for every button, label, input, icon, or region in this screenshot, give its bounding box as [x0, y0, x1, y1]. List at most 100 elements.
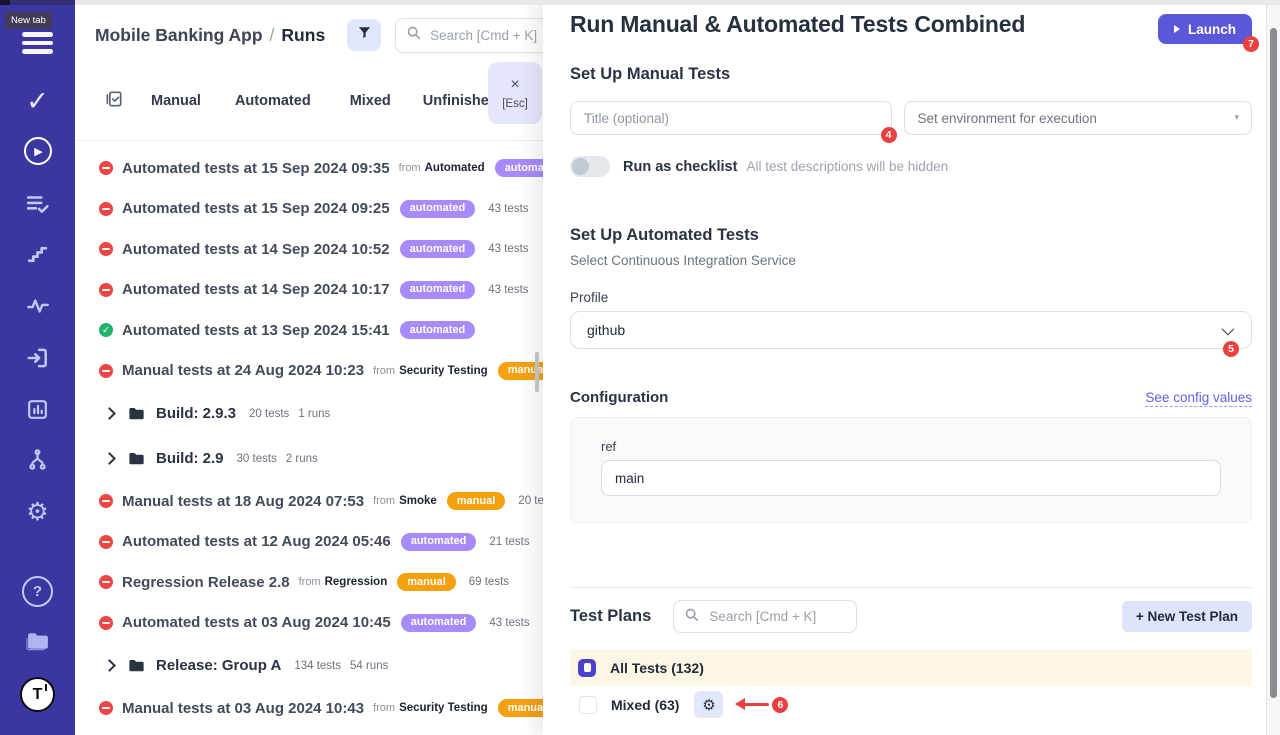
status-failed-icon: [99, 242, 113, 256]
page-scrollbar[interactable]: [1266, 0, 1280, 735]
settings-gear-icon[interactable]: ⚙: [0, 499, 75, 524]
test-plan-label: All Tests (132): [610, 660, 704, 676]
ref-input[interactable]: [601, 460, 1221, 496]
run-tests-count: 69 tests: [469, 576, 509, 588]
run-as-checklist-toggle[interactable]: [570, 156, 610, 177]
folder-name: Release: Group A: [156, 657, 281, 674]
help-icon[interactable]: ?: [0, 576, 75, 607]
test-plans-icon[interactable]: [0, 191, 75, 217]
environment-placeholder: Set environment for execution: [918, 111, 1097, 126]
runs-search-input[interactable]: [428, 27, 552, 44]
run-tests-count: 43 tests: [489, 617, 529, 629]
status-failed-icon: [99, 494, 113, 508]
projects-folder-icon[interactable]: [0, 627, 75, 655]
launch-label: Launch: [1188, 22, 1236, 37]
run-source: Security Testing: [399, 365, 488, 377]
status-failed-icon: [99, 364, 113, 378]
tab-mixed[interactable]: Mixed: [350, 93, 391, 109]
analytics-icon[interactable]: [0, 397, 75, 422]
steps-icon[interactable]: [0, 242, 75, 267]
configuration-heading: Configuration: [570, 389, 668, 406]
tab-automated[interactable]: Automated: [235, 93, 311, 109]
test-plans-search-input[interactable]: [707, 608, 841, 625]
run-type-badge: automated: [400, 240, 476, 258]
panel-title: Run Manual & Automated Tests Combined: [570, 11, 1025, 38]
runs-list-panel: Mobile Banking App/Runs Manual Automated…: [75, 5, 595, 735]
status-failed-icon: [99, 202, 113, 216]
run-title-input[interactable]: [570, 101, 892, 135]
breadcrumb: Mobile Banking App/Runs: [95, 25, 325, 46]
activity-pulse-icon[interactable]: [0, 293, 75, 319]
test-plan-settings-gear-icon[interactable]: ⚙: [694, 691, 723, 718]
breadcrumb-project[interactable]: Mobile Banking App: [95, 25, 263, 45]
run-type-badge: automated: [400, 321, 476, 339]
runs-list-scrollbar[interactable]: [535, 352, 539, 392]
chevron-right-icon[interactable]: [103, 407, 116, 420]
run-title: Automated tests at 14 Sep 2024 10:52: [122, 241, 390, 258]
folder-runs-count: 54 runs: [350, 660, 388, 672]
tests-icon[interactable]: ✓: [0, 86, 75, 117]
run-source: Smoke: [399, 495, 437, 507]
folder-tests-count: 20 tests: [249, 408, 289, 420]
chevron-right-icon[interactable]: [103, 452, 116, 465]
hamburger-menu-icon[interactable]: [22, 32, 53, 54]
test-plan-row-all-tests[interactable]: All Tests (132): [570, 649, 1252, 686]
caret-down-icon: ▾: [1234, 113, 1239, 123]
filter-funnel-icon: [357, 25, 372, 45]
import-icon[interactable]: [0, 345, 75, 371]
profile-annotation-badge: 5: [1223, 341, 1239, 357]
profile-label: Profile: [570, 290, 1252, 305]
folder-name: Build: 2.9: [156, 450, 224, 467]
launch-notification-badge: 7: [1243, 36, 1259, 52]
from-label: from: [399, 162, 421, 174]
folder-icon: [127, 656, 146, 675]
window-top-sidebar-strip: [10, 0, 75, 5]
profile-select[interactable]: github 5: [570, 311, 1252, 349]
environment-select[interactable]: Set environment for execution ▾: [904, 101, 1253, 135]
status-failed-icon: [99, 701, 113, 715]
manual-tests-heading: Set Up Manual Tests: [570, 65, 1252, 84]
filter-button[interactable]: [347, 19, 381, 51]
tab-manual[interactable]: Manual: [151, 93, 201, 109]
annotation-arrow-icon: [735, 698, 770, 711]
test-plans-search-box[interactable]: [673, 600, 857, 633]
close-panel-button[interactable]: × [Esc]: [488, 62, 542, 124]
automated-tests-heading: Set Up Automated Tests: [570, 226, 1252, 245]
folder-tests-count: 134 tests: [294, 660, 341, 672]
see-config-values-link[interactable]: See config values: [1145, 390, 1252, 407]
new-test-plan-button[interactable]: + New Test Plan: [1122, 601, 1252, 632]
from-label: from: [373, 365, 395, 377]
run-title: Automated tests at 03 Aug 2024 10:45: [122, 614, 391, 631]
status-passed-icon: [99, 323, 113, 337]
runs-icon[interactable]: ▶: [0, 137, 75, 165]
checkbox-checked-icon[interactable]: [578, 659, 596, 677]
window-top-strip: [0, 0, 1280, 5]
annotation-badge: 6: [772, 697, 788, 713]
tab-unfinished[interactable]: Unfinished: [423, 93, 498, 109]
breadcrumb-page: Runs: [281, 25, 325, 45]
select-runs-icon[interactable]: [104, 89, 124, 114]
run-title: Automated tests at 15 Sep 2024 09:25: [122, 200, 390, 217]
test-plan-row-mixed[interactable]: Mixed (63) ⚙ 6: [570, 686, 1252, 723]
run-type-badge: manual: [397, 573, 456, 591]
run-title: Manual tests at 03 Aug 2024 10:43: [122, 700, 364, 717]
folder-runs-count: 1 runs: [298, 408, 330, 420]
folder-name: Build: 2.9.3: [156, 405, 236, 422]
app-logo[interactable]: T: [0, 677, 75, 712]
from-label: from: [373, 702, 395, 714]
page-scrollbar-thumb[interactable]: [1270, 28, 1277, 698]
branches-icon[interactable]: [0, 448, 75, 473]
run-setup-panel: Run Manual & Automated Tests Combined La…: [543, 0, 1280, 735]
checkbox-unchecked-icon[interactable]: [579, 696, 597, 714]
folder-tests-count: 30 tests: [237, 453, 277, 465]
test-plan-label: Mixed (63): [611, 697, 679, 713]
play-icon: [1174, 25, 1180, 33]
chevron-right-icon[interactable]: [103, 659, 116, 672]
test-plans-heading: Test Plans: [570, 607, 651, 626]
run-source: Regression: [325, 576, 388, 588]
launch-button[interactable]: Launch 7: [1158, 14, 1252, 44]
run-title: Manual tests at 24 Aug 2024 10:23: [122, 362, 364, 379]
run-source: Security Testing: [399, 702, 488, 714]
run-type-badge: automated: [400, 200, 476, 218]
close-icon: ×: [510, 77, 519, 93]
